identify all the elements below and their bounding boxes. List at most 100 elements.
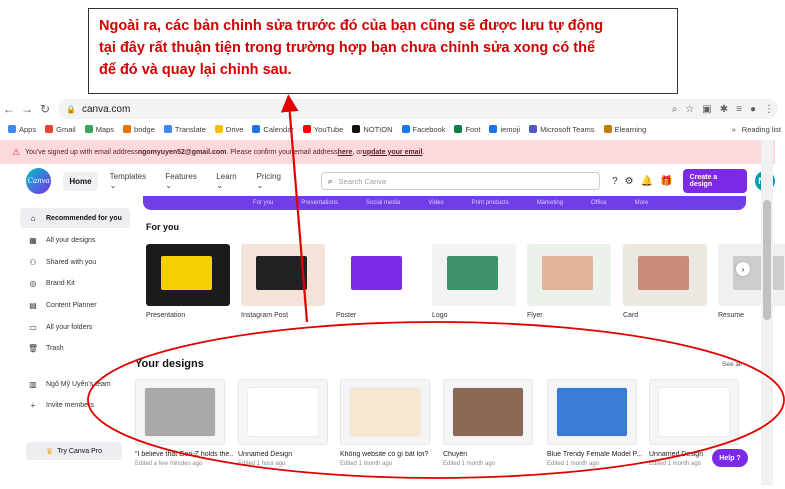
- gift-icon[interactable]: 🎁: [660, 176, 672, 187]
- nav-pricing[interactable]: Pricing ⌄: [257, 172, 289, 190]
- bookmark-item[interactable]: Elearning: [603, 124, 647, 134]
- scroll-right-icon[interactable]: ›: [736, 262, 750, 276]
- bookmark-item[interactable]: Maps: [84, 125, 114, 134]
- template-card-caption[interactable]: Flyer: [527, 312, 543, 319]
- help-button[interactable]: Help ?: [712, 449, 748, 467]
- design-card-thumbnail[interactable]: [547, 379, 637, 445]
- template-card-caption[interactable]: Logo: [432, 312, 448, 319]
- search-input[interactable]: ⌕ Search Canva: [320, 172, 601, 190]
- bookmark-item[interactable]: Drive: [214, 125, 243, 134]
- bookmark-item[interactable]: Microsoft Teams: [529, 125, 595, 134]
- design-card-thumbnail[interactable]: [135, 379, 225, 445]
- create-design-button[interactable]: Create a design: [682, 169, 748, 193]
- design-card-thumbnail[interactable]: [443, 379, 533, 445]
- template-card-thumbnail[interactable]: [623, 244, 707, 306]
- puzzle-icon[interactable]: ✱: [720, 104, 728, 115]
- bookmark-label: Font: [465, 124, 481, 134]
- sidebar-item[interactable]: ⚇ Shared with you: [20, 252, 130, 274]
- search-icon: ⌕: [327, 175, 333, 186]
- for-you-title: For you: [146, 222, 179, 232]
- profile-icon[interactable]: ●: [750, 104, 756, 115]
- template-card-thumbnail[interactable]: [718, 244, 785, 306]
- banner-update-link[interactable]: update your email: [363, 149, 423, 156]
- bookmark-icon: [352, 125, 361, 133]
- sidebar-item[interactable]: ▦ All your designs: [20, 230, 130, 252]
- scrollbar-thumb[interactable]: [763, 200, 771, 320]
- bookmark-item[interactable]: Apps: [8, 125, 36, 134]
- reload-icon[interactable]: ↻: [36, 102, 54, 116]
- bookmark-item[interactable]: Gmail: [45, 125, 76, 134]
- help-circle-icon[interactable]: ?: [612, 176, 618, 187]
- menu-icon[interactable]: ⋮: [764, 104, 774, 115]
- nav-templates[interactable]: Templates ⌄: [110, 172, 154, 190]
- nav-learn[interactable]: Learn ⌄: [216, 172, 244, 190]
- sidebar-item[interactable]: + Invite members: [20, 395, 130, 417]
- email-confirm-banner: ⚠ You've signed up with email address ng…: [0, 140, 775, 164]
- bookmark-item[interactable]: Facebook: [401, 125, 445, 134]
- design-name[interactable]: Unnamed Design: [238, 451, 336, 458]
- design-name[interactable]: "I believe that Gen-Z holds the...: [135, 451, 233, 458]
- thumbnail-graphic: [638, 256, 689, 291]
- extension-icon[interactable]: ▣: [702, 104, 711, 115]
- design-preview: [452, 387, 524, 437]
- your-designs-title: Your designs: [135, 358, 204, 370]
- bell-icon[interactable]: 🔔: [641, 176, 653, 187]
- template-card-thumbnail[interactable]: [241, 244, 325, 306]
- bookmark-item[interactable]: Translate: [163, 125, 206, 134]
- more-bookmarks-icon[interactable]: »: [732, 125, 736, 134]
- template-card-thumbnail[interactable]: [527, 244, 611, 306]
- bookmark-icon: [8, 125, 16, 133]
- sidebar-item[interactable]: 🗑 Trash: [20, 338, 130, 360]
- page-scrollbar[interactable]: [761, 140, 773, 485]
- gear-icon[interactable]: ⚙: [625, 176, 634, 187]
- template-card-thumbnail[interactable]: [432, 244, 516, 306]
- banner-middle: . Please confirm your email address: [226, 148, 338, 156]
- banner-here-link[interactable]: here: [338, 149, 353, 156]
- zoom-icon[interactable]: ⌕: [672, 104, 678, 115]
- bookmark-item[interactable]: iemoji: [489, 125, 520, 134]
- sidebar-item[interactable]: ▤ Content Planner: [20, 295, 130, 317]
- design-name[interactable]: Chuyên: [443, 451, 541, 458]
- nav-features[interactable]: Features ⌄: [165, 172, 204, 190]
- reading-list[interactable]: Reading list: [742, 125, 781, 134]
- media-icon[interactable]: ≡: [736, 104, 742, 115]
- sidebar-item-label: All your designs: [46, 237, 96, 245]
- bookmark-item[interactable]: Font: [454, 125, 480, 134]
- sidebar-item-icon: ▭: [29, 322, 37, 332]
- bookmark-label: Elearning: [614, 124, 647, 134]
- sidebar-item[interactable]: ◎ Brand Kit: [20, 273, 130, 295]
- back-arrow-icon[interactable]: ←: [0, 102, 18, 116]
- bookmark-item[interactable]: NOTION: [352, 125, 393, 134]
- sidebar-item[interactable]: ▭ All your folders: [20, 316, 130, 338]
- template-card-caption[interactable]: Resume: [718, 312, 744, 319]
- canva-logo[interactable]: Canva: [26, 168, 52, 194]
- design-card-thumbnail[interactable]: [238, 379, 328, 445]
- template-card-thumbnail[interactable]: [336, 244, 420, 306]
- bookmark-item[interactable]: bridge: [123, 125, 155, 134]
- sidebar-item[interactable]: ▥ Ngô Mỹ Uyên's team: [20, 374, 130, 396]
- try-canva-pro-button[interactable]: ♛ Try Canva Pro: [26, 442, 122, 460]
- design-preview: [144, 387, 216, 437]
- design-card-thumbnail[interactable]: [340, 379, 430, 445]
- address-bar[interactable]: 🔒 canva.com ⌕ ☆ ▣ ✱ ≡ ● ⋮: [58, 99, 778, 119]
- bookmark-icon: [454, 125, 463, 133]
- bookmark-icon: [123, 125, 132, 133]
- design-card-thumbnail[interactable]: [649, 379, 739, 445]
- design-name[interactable]: Không website có gì bất lợi?: [340, 451, 438, 458]
- bookmark-icon: [529, 125, 538, 133]
- sidebar-item-icon: 🗑: [27, 344, 39, 354]
- template-card-caption[interactable]: Presentation: [146, 312, 185, 319]
- crown-icon: ♛: [45, 446, 54, 456]
- template-card-thumbnail[interactable]: [146, 244, 230, 306]
- nav-home[interactable]: Home: [63, 171, 98, 191]
- template-card-caption[interactable]: Card: [623, 312, 638, 319]
- see-all-link[interactable]: See all: [722, 361, 742, 368]
- forward-arrow-icon[interactable]: →: [18, 102, 36, 116]
- bookmark-item[interactable]: Calendar: [252, 125, 294, 134]
- design-name[interactable]: Blue Trendy Female Model P...: [547, 451, 645, 458]
- sidebar-item[interactable]: ⌂ Recommended for you: [20, 208, 130, 228]
- template-card-caption[interactable]: Instagram Post: [241, 312, 288, 319]
- bookmark-item[interactable]: YouTube: [302, 125, 343, 134]
- template-card-caption[interactable]: Poster: [336, 312, 356, 319]
- star-icon[interactable]: ☆: [685, 104, 694, 115]
